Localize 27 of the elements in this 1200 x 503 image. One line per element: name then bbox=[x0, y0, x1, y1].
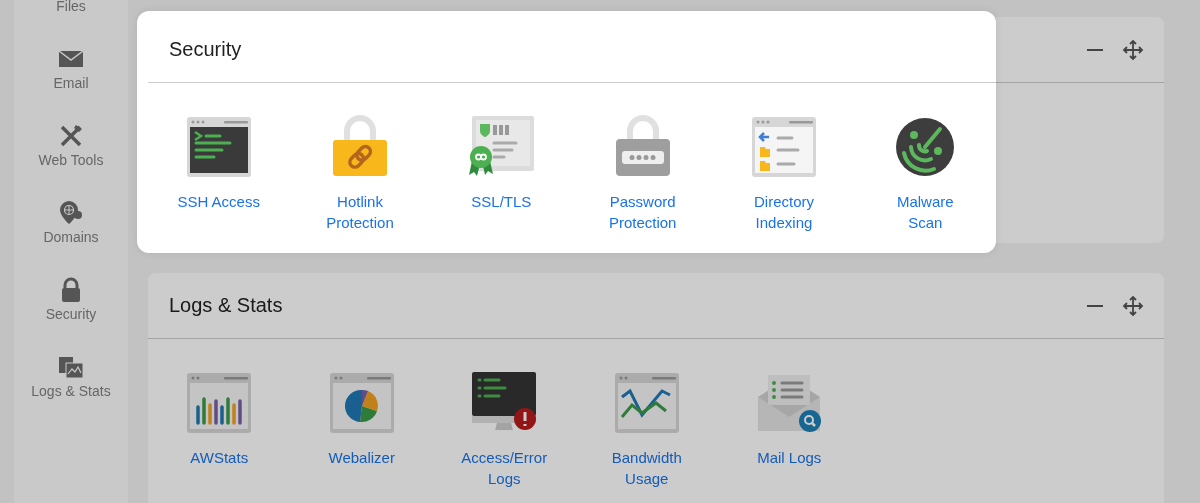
tool-link[interactable]: SSH Access bbox=[177, 191, 260, 212]
tools-icon[interactable] bbox=[58, 123, 84, 149]
tool-link[interactable]: Malware Scan bbox=[896, 191, 954, 233]
terminal-icon[interactable] bbox=[185, 115, 252, 179]
tool-link[interactable]: Password Protection bbox=[608, 191, 677, 233]
tool-link[interactable]: AWStats bbox=[190, 447, 249, 468]
tool-link[interactable]: Mail Logs bbox=[757, 447, 822, 468]
tool-link[interactable]: Hotlink Protection bbox=[326, 191, 394, 233]
tool-link[interactable]: Access/Error Logs bbox=[461, 447, 548, 489]
sidebar-item[interactable]: Email bbox=[53, 75, 89, 91]
sidebar-item[interactable]: Files bbox=[56, 0, 86, 14]
line-chart-icon[interactable] bbox=[613, 371, 680, 435]
panel-title: Logs & Stats bbox=[169, 294, 283, 317]
chart-window-icon[interactable] bbox=[58, 354, 84, 380]
pie-chart-icon[interactable] bbox=[328, 371, 395, 435]
globe-pin-icon[interactable] bbox=[58, 200, 84, 226]
bar-chart-icon[interactable] bbox=[186, 371, 253, 435]
tool-link[interactable]: SSL/TLS bbox=[471, 191, 532, 212]
tool-link[interactable]: Directory Indexing bbox=[753, 191, 814, 233]
sidebar-item[interactable]: Security bbox=[45, 306, 97, 322]
sidebar-item[interactable]: Logs & Stats bbox=[31, 383, 111, 399]
sidebar-item[interactable]: Web Tools bbox=[38, 152, 104, 168]
sidebar-item[interactable]: Domains bbox=[43, 229, 99, 245]
tool-link[interactable]: Webalizer bbox=[328, 447, 395, 468]
tool-link[interactable]: Bandwidth Usage bbox=[611, 447, 682, 489]
panel-title: Security bbox=[169, 38, 242, 61]
directory-icon[interactable] bbox=[750, 115, 817, 179]
